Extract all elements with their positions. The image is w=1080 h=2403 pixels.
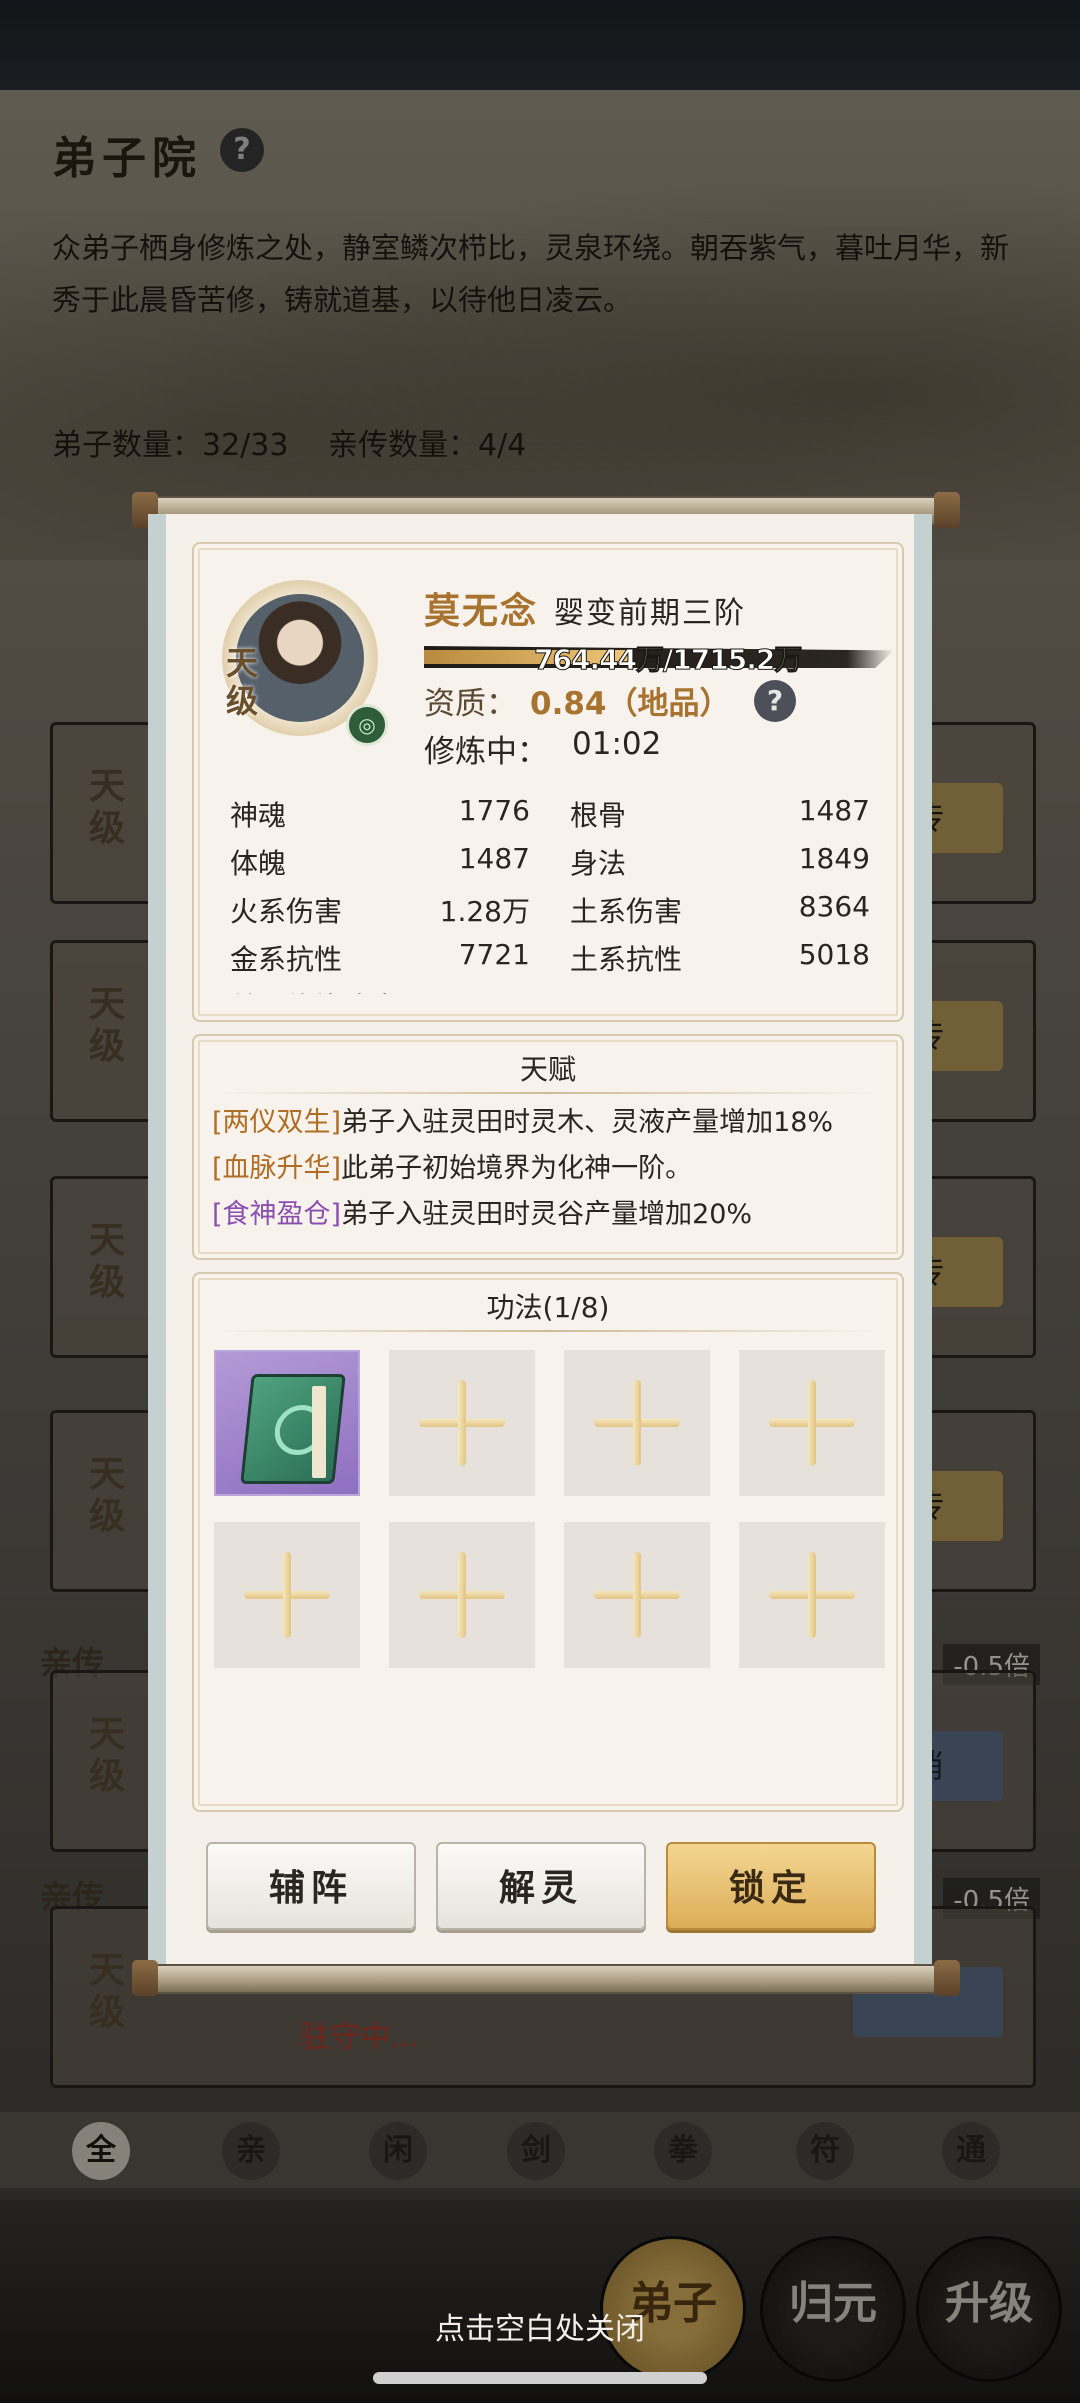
stat-label: 神魂 xyxy=(230,799,287,832)
stat-label: 体魄 xyxy=(230,847,287,880)
cultivation-realm: 婴变前期三阶 xyxy=(554,596,746,631)
stat-row: 体魄 1487 xyxy=(230,842,530,890)
status-label: 修炼中： xyxy=(424,734,548,770)
stat-value: 1776 xyxy=(458,794,530,827)
stat-value: 1487 xyxy=(458,842,530,875)
stat-row: 火系伤害 1.28万 xyxy=(230,890,530,938)
rod-knob xyxy=(934,1960,960,1996)
status-time: 01:02 xyxy=(572,726,662,762)
skill-panel: 功法(1/8) xyxy=(192,1272,904,1812)
stat-value: 5018 xyxy=(798,938,870,971)
water-swirl-icon: ◎ xyxy=(346,704,388,746)
plus-icon xyxy=(808,1552,816,1638)
stat-value: 10.86万 xyxy=(422,986,530,994)
green-book-icon xyxy=(240,1374,346,1484)
book-pages xyxy=(312,1386,326,1478)
talent-desc: 弟子入驻灵田时灵木、灵液产量增加18% xyxy=(341,1107,834,1138)
stat-row: 根骨 1487 xyxy=(570,794,870,842)
talent-title: 天赋 xyxy=(519,1053,576,1086)
grade-badge: 天级 xyxy=(226,644,259,720)
divider xyxy=(214,1330,882,1332)
stat-row: 土系伤害 8364 xyxy=(570,890,870,938)
skill-slot-empty[interactable] xyxy=(214,1522,360,1668)
stat-value: 1487 xyxy=(798,794,870,827)
plus-icon xyxy=(808,1380,816,1466)
divider xyxy=(214,1092,882,1094)
formation-button[interactable]: 辅阵 xyxy=(206,1842,416,1930)
plus-icon xyxy=(283,1552,291,1638)
talent-name: [血脉升华] xyxy=(212,1153,342,1184)
exp-text: 764.44万/1715.2万 xyxy=(533,643,802,677)
stat-row: 神魂 1776 xyxy=(230,794,530,842)
lock-button[interactable]: 锁定 xyxy=(666,1842,876,1930)
talent-panel: 天赋 [两仪双生]弟子入驻灵田时灵木、灵液产量增加18% [血脉升华]此弟子初始… xyxy=(192,1034,904,1260)
skill-title: 功法(1/8) xyxy=(486,1291,610,1324)
stat-row: 弟子修炼速度 10.86万 xyxy=(230,986,530,994)
talent-item: [两仪双生]弟子入驻灵田时灵木、灵液产量增加18% xyxy=(212,1100,833,1139)
stat-row: 土系抗性 5018 xyxy=(570,938,870,986)
rod-knob xyxy=(132,1960,158,1996)
plus-icon xyxy=(633,1380,641,1466)
stat-label: 土系抗性 xyxy=(570,943,683,976)
home-indicator[interactable] xyxy=(373,2372,707,2384)
stat-row: 金系抗性 7721 xyxy=(230,938,530,986)
close-hint[interactable]: 点击空白处关闭 xyxy=(0,2304,1080,2348)
skill-slot-empty[interactable] xyxy=(389,1350,535,1496)
skill-slot-equipped[interactable] xyxy=(214,1350,360,1496)
skill-slot-empty[interactable] xyxy=(389,1522,535,1668)
plus-icon xyxy=(633,1552,641,1638)
talent-name: [两仪双生] xyxy=(212,1107,342,1138)
release-button[interactable]: 解灵 xyxy=(436,1842,646,1930)
skill-slot-empty[interactable] xyxy=(739,1522,885,1668)
stat-value: 1.28万 xyxy=(439,895,530,928)
disciple-detail-modal: 天级 ◎ 莫无念 婴变前期三阶 764.44万/1715.2万 资质： 0.84… xyxy=(148,514,932,1980)
aptitude-value: 0.84（地品） xyxy=(530,686,731,722)
plus-icon xyxy=(458,1552,466,1638)
talent-item: [血脉升华]此弟子初始境界为化神一阶。 xyxy=(212,1146,692,1185)
plus-icon xyxy=(458,1380,466,1466)
skill-slot-empty[interactable] xyxy=(564,1522,710,1668)
stat-label: 根骨 xyxy=(570,799,627,832)
disciple-info-panel: 天级 ◎ 莫无念 婴变前期三阶 764.44万/1715.2万 资质： 0.84… xyxy=(192,542,904,1022)
rod-knob xyxy=(934,492,960,528)
skill-slot-empty[interactable] xyxy=(564,1350,710,1496)
disciple-name: 莫无念 xyxy=(424,590,539,632)
stat-label: 金系抗性 xyxy=(230,943,343,976)
talent-item: [食神盈仓]弟子入驻灵田时灵谷产量增加20% xyxy=(212,1192,752,1231)
talent-desc: 弟子入驻灵田时灵谷产量增加20% xyxy=(341,1199,753,1230)
stat-value: 8364 xyxy=(798,890,870,923)
talent-name: [食神盈仓] xyxy=(212,1199,342,1230)
avatar-frame: 天级 ◎ xyxy=(222,580,388,746)
talent-desc: 此弟子初始境界为化神一阶。 xyxy=(341,1153,693,1184)
stat-row: 身法 1849 xyxy=(570,842,870,890)
stat-value: 7721 xyxy=(458,938,530,971)
stat-value: 1849 xyxy=(798,842,870,875)
scroll-bottom-rod xyxy=(132,1960,960,1996)
stat-label: 火系伤害 xyxy=(230,895,343,928)
skill-slot-empty[interactable] xyxy=(739,1350,885,1496)
aptitude-label: 资质： xyxy=(424,686,517,722)
aptitude-help-icon[interactable]: ? xyxy=(754,680,796,722)
attribute-list[interactable]: 神魂 1776 根骨 1487 体魄 1487 身法 1849 火系伤害 1.28万 土系… xyxy=(230,794,870,994)
stat-label: 身法 xyxy=(570,847,627,880)
stat-label: 弟子修炼速度 xyxy=(230,986,398,994)
stat-label: 土系伤害 xyxy=(570,895,683,928)
